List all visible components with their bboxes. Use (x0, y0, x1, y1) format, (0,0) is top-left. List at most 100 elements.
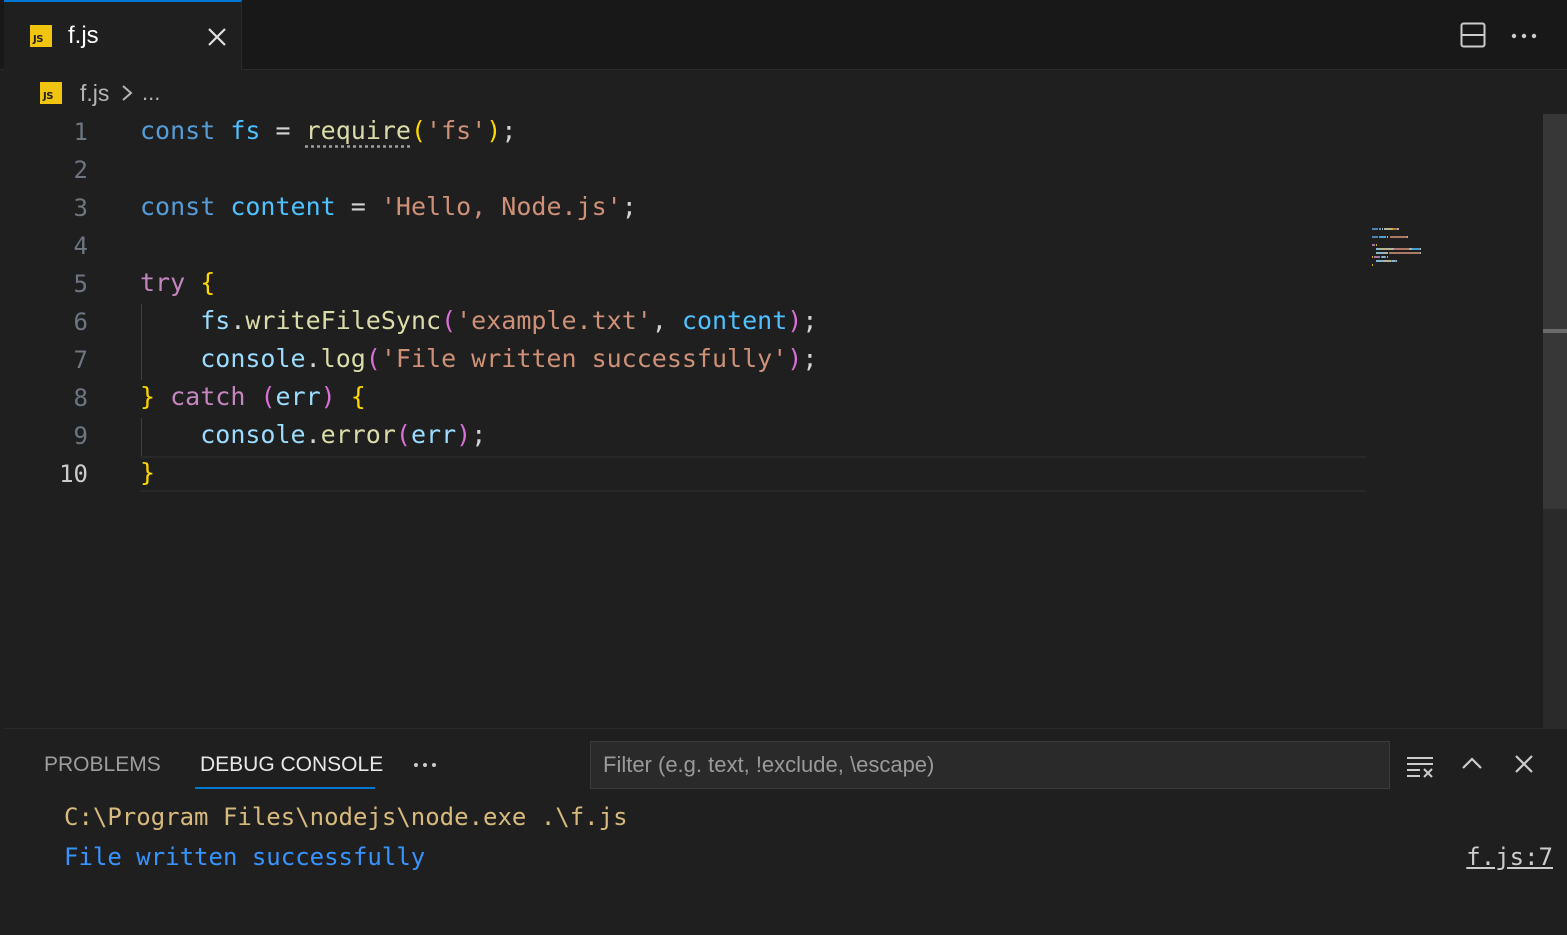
minimap-token (1387, 236, 1389, 238)
tab-label: f.js (68, 22, 99, 49)
code-token: 'Hello, Node.js' (380, 192, 622, 221)
minimap-token (1389, 236, 1408, 238)
minimap-token (1376, 244, 1378, 246)
code-token: ; (802, 306, 818, 335)
minimap-token (1376, 260, 1385, 262)
code-token: ( (395, 420, 411, 449)
minimap-token (1420, 248, 1422, 250)
code-editor[interactable]: 1 2 3 4 5 6 7 8 9 10 const fs = require(… (0, 114, 1542, 728)
breadcrumb-file[interactable]: f.js (80, 80, 109, 107)
minimap-token (1389, 252, 1420, 254)
code-token: catch (170, 382, 246, 411)
line-number: 7 (73, 346, 88, 374)
minimap-token (1376, 252, 1385, 254)
code-line[interactable]: console.log('File written successfully')… (140, 344, 817, 373)
code-token: ( (410, 116, 427, 145)
scrollbar-thumb[interactable] (1543, 114, 1567, 509)
minimap-token (1378, 228, 1381, 230)
minimap-token (1378, 236, 1387, 238)
minimap[interactable] (1372, 228, 1482, 288)
code-token: ( (365, 344, 381, 373)
code-token: const (140, 192, 216, 221)
line-number: 6 (73, 308, 88, 336)
line-number: 3 (73, 194, 88, 222)
code-line[interactable]: console.error(err); (140, 420, 486, 449)
code-token: ) (486, 116, 502, 145)
line-number: 2 (73, 156, 88, 184)
code-token: console (200, 420, 306, 449)
minimap-token (1372, 264, 1374, 266)
editor-tab-bar: JS f.js (0, 0, 1567, 70)
code-token: } (140, 382, 156, 411)
minimap-token (1385, 256, 1387, 258)
code-token: = (275, 116, 291, 145)
code-token: , (651, 306, 682, 335)
tab-debug-console[interactable]: DEBUG CONSOLE (200, 753, 383, 777)
tab-problems[interactable]: PROBLEMS (44, 753, 161, 777)
line-number: 8 (73, 384, 88, 412)
code-token: err (275, 382, 321, 411)
maximize-panel-icon[interactable] (1456, 749, 1488, 779)
panel-more-icon[interactable] (408, 753, 442, 777)
line-number: 4 (73, 232, 88, 260)
code-token: { (200, 268, 216, 297)
bottom-panel: PROBLEMS DEBUG CONSOLE C:\Program Files\… (4, 728, 1567, 935)
code-line[interactable]: const content = 'Hello, Node.js'; (140, 192, 637, 221)
minimap-token (1420, 252, 1422, 254)
code-line[interactable]: const fs = require('fs'); (140, 116, 516, 145)
clear-console-icon[interactable] (1404, 751, 1436, 781)
line-number: 5 (73, 270, 88, 298)
code-token: fs (230, 116, 261, 145)
console-filter-input[interactable] (590, 741, 1390, 789)
code-token: content (681, 306, 788, 335)
code-token: try (140, 268, 186, 297)
minimap-token (1384, 228, 1392, 230)
code-line[interactable]: } (140, 458, 155, 487)
minimap-token (1411, 248, 1420, 250)
minimap-token (1387, 256, 1389, 258)
code-token: log (320, 344, 366, 373)
minimap-token (1372, 236, 1378, 238)
code-token: . (230, 306, 246, 335)
minimap-token (1395, 248, 1410, 250)
code-token: const (140, 116, 216, 145)
tab-f-js[interactable]: JS f.js (4, 0, 242, 70)
minimap-token (1372, 244, 1376, 246)
minimap-token (1374, 256, 1380, 258)
code-token: ( (441, 306, 457, 335)
more-actions-icon[interactable] (1508, 20, 1540, 50)
breadcrumb-more[interactable]: ... (142, 80, 160, 106)
code-token: ; (501, 116, 517, 145)
javascript-file-icon: JS (30, 25, 52, 47)
code-token: 'File written successfully' (380, 344, 788, 373)
chevron-right-icon (120, 82, 134, 104)
minimap-token (1381, 228, 1383, 230)
close-icon[interactable] (202, 22, 232, 52)
minimap-token (1372, 228, 1378, 230)
code-token: ) (787, 344, 803, 373)
active-tab-indicator (195, 787, 375, 789)
javascript-file-icon: JS (40, 82, 62, 104)
code-line[interactable]: try { (140, 268, 215, 297)
minimap-token (1396, 260, 1398, 262)
code-token: ; (471, 420, 487, 449)
line-number: 9 (73, 422, 88, 450)
code-token: { (350, 382, 366, 411)
code-line[interactable]: fs.writeFileSync('example.txt', content)… (140, 306, 817, 335)
minimap-token (1379, 248, 1394, 250)
minimap-token (1407, 236, 1409, 238)
code-token: ) (787, 306, 803, 335)
split-editor-icon[interactable] (1458, 20, 1488, 50)
code-token: ; (621, 192, 637, 221)
close-panel-icon[interactable] (1508, 749, 1540, 779)
code-line[interactable]: } catch (err) { (140, 382, 366, 411)
console-source-link[interactable]: f.js:7 (1466, 843, 1553, 871)
code-token: ( (260, 382, 276, 411)
